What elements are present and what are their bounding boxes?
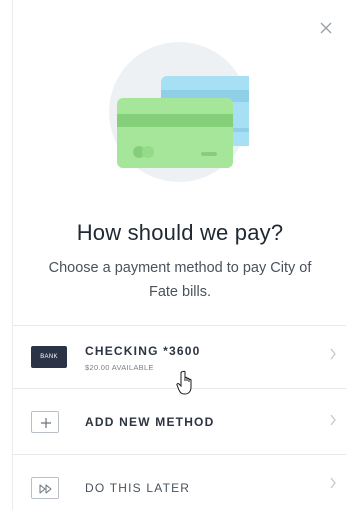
credit-card-illustration <box>109 42 249 182</box>
bank-badge: BANK <box>31 346 67 368</box>
chevron-right-icon <box>330 414 336 426</box>
add-icon-box <box>31 411 59 433</box>
fast-forward-icon <box>39 484 52 494</box>
plus-icon <box>41 418 51 428</box>
payment-method-dialog: How should we pay? Choose a payment meth… <box>12 0 346 510</box>
payment-method-checking[interactable]: BANK CHECKING *3600 $20.00 AVAILABLE <box>13 326 346 382</box>
credit-cards-icon <box>117 76 249 168</box>
chevron-right-icon <box>330 348 336 360</box>
later-icon-box <box>31 477 59 499</box>
do-this-later-button[interactable]: DO THIS LATER <box>13 455 346 510</box>
dialog-subtitle: Choose a payment method to pay City of F… <box>48 260 312 300</box>
payment-method-balance: $20.00 AVAILABLE <box>85 363 154 372</box>
dialog-title: How should we pay? <box>76 220 284 245</box>
add-new-method-button[interactable]: ADD NEW METHOD <box>13 389 346 451</box>
do-this-later-label: DO THIS LATER <box>85 481 191 495</box>
close-icon <box>320 22 332 34</box>
payment-method-label: CHECKING *3600 <box>85 344 201 358</box>
close-button[interactable] <box>316 18 336 38</box>
add-new-method-label: ADD NEW METHOD <box>85 415 215 429</box>
chevron-right-icon <box>330 477 336 488</box>
